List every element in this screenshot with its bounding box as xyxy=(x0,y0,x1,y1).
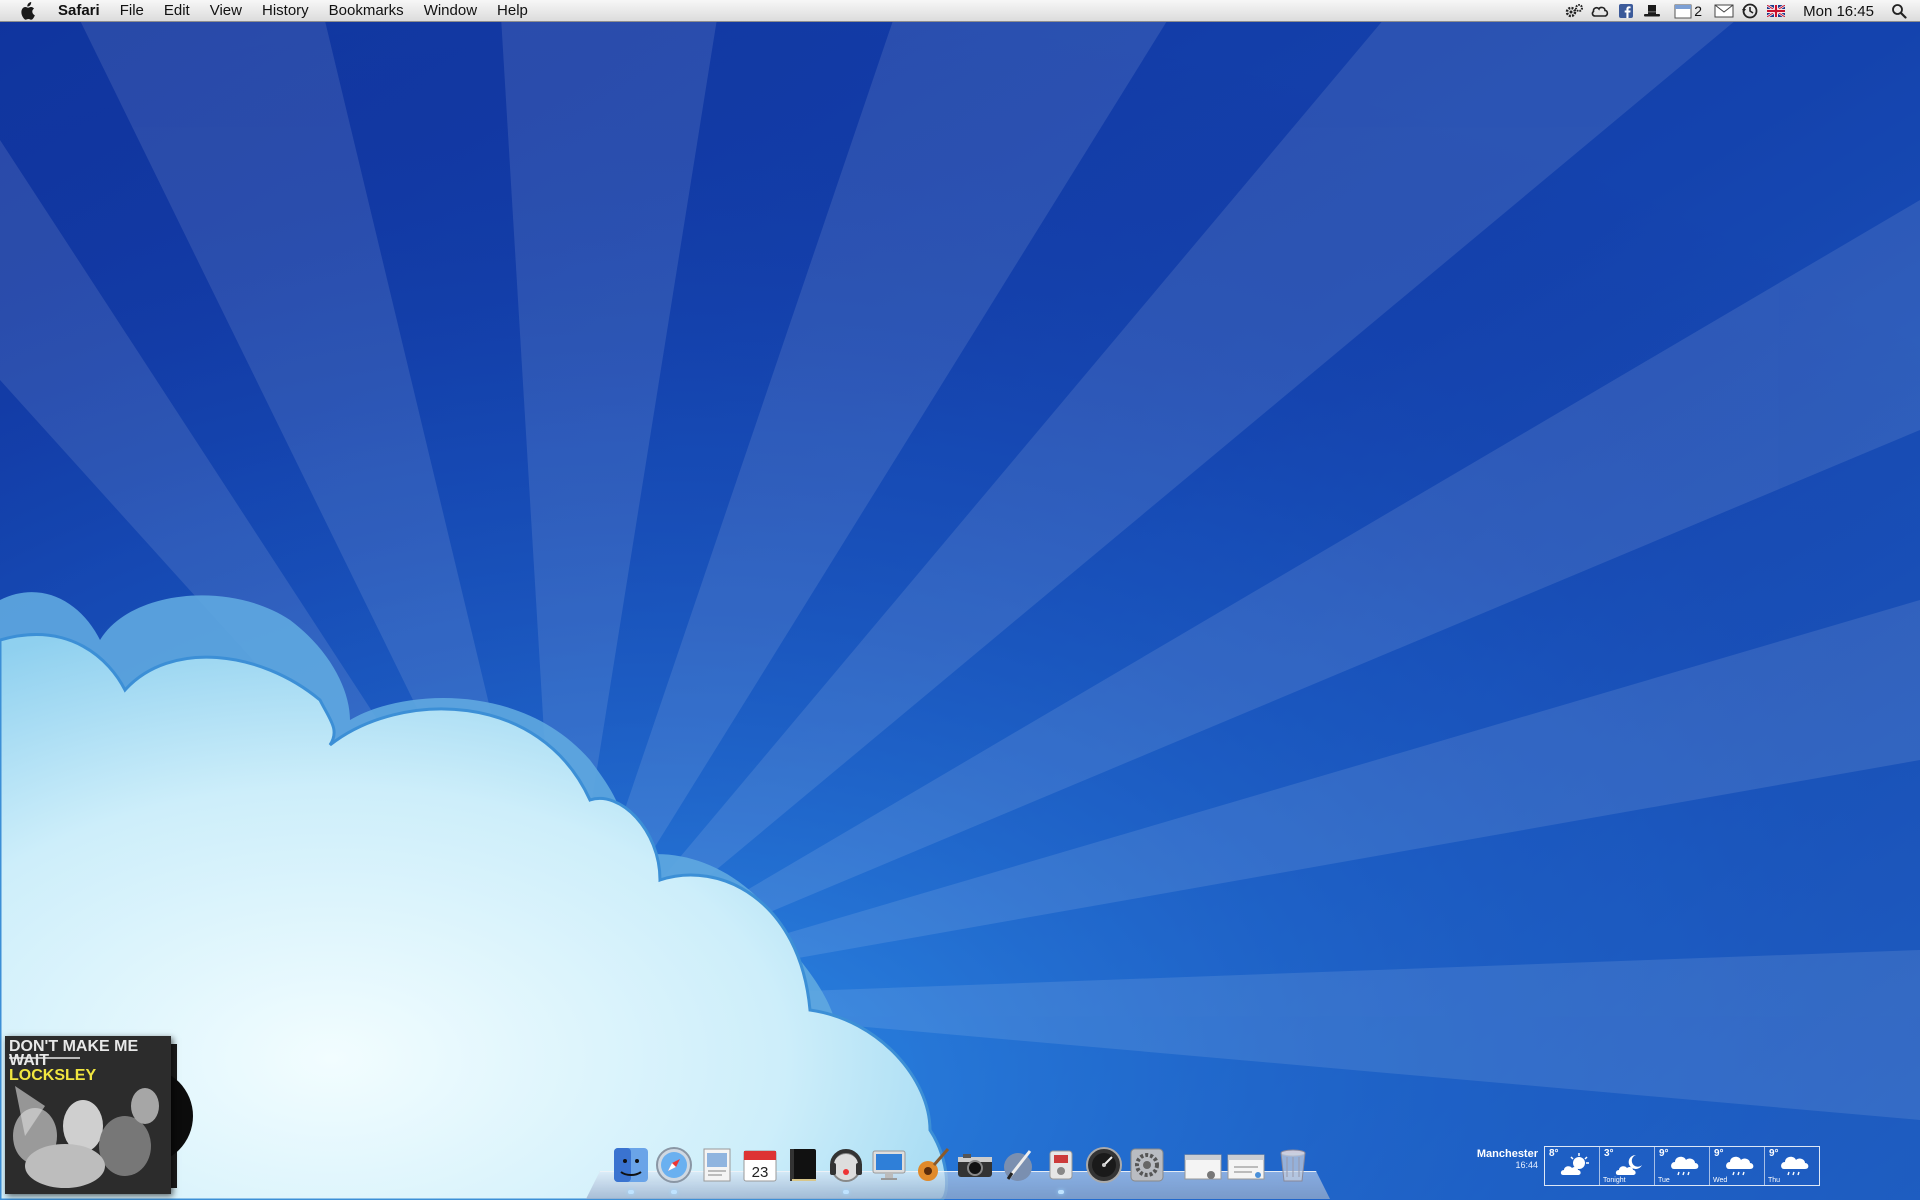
spotlight-icon[interactable] xyxy=(1886,0,1912,22)
running-indicator xyxy=(628,1190,634,1194)
menu-bookmarks[interactable]: Bookmarks xyxy=(319,0,414,22)
dashboard-gauge-icon[interactable] xyxy=(1083,1144,1125,1186)
weather-day: 9° Thu xyxy=(1765,1147,1819,1185)
album-cover[interactable]: DON'T MAKE ME WAIT LOCKSLEY xyxy=(5,1036,171,1194)
notebook-icon[interactable] xyxy=(782,1144,824,1186)
menu-file[interactable]: File xyxy=(110,0,154,22)
desktop-wallpaper xyxy=(0,0,1920,1200)
weather-label: Tonight xyxy=(1603,1177,1626,1184)
rain-cloud-icon xyxy=(1726,1156,1754,1176)
menu-clock[interactable]: Mon 16:45 xyxy=(1789,3,1886,20)
itunes-icon[interactable] xyxy=(825,1144,867,1186)
weather-city: Manchester xyxy=(1476,1148,1538,1160)
trash-icon[interactable] xyxy=(1272,1144,1314,1186)
window-stack-icon-2[interactable] xyxy=(1225,1144,1267,1186)
menu-edit[interactable]: Edit xyxy=(154,0,200,22)
facebook-icon[interactable] xyxy=(1615,0,1637,22)
now-playing-widget[interactable]: DON'T MAKE ME WAIT LOCKSLEY xyxy=(5,1036,193,1196)
sun-cloud-icon xyxy=(1560,1153,1589,1175)
weather-label: Thu xyxy=(1768,1177,1781,1184)
preview-icon[interactable] xyxy=(696,1144,738,1186)
menu-bar: Safari File Edit View History Bookmarks … xyxy=(0,0,1920,22)
utility-icon[interactable] xyxy=(1040,1144,1082,1186)
menu-help[interactable]: Help xyxy=(487,0,538,22)
hat-icon[interactable] xyxy=(1641,0,1663,22)
menu-window[interactable]: Window xyxy=(414,0,487,22)
safari-icon[interactable] xyxy=(653,1144,695,1186)
calendar-badge: 2 xyxy=(1694,3,1702,19)
weather-forecast: 8° 3° Tonight 9° Tue 9° Wed 9° Thu xyxy=(1544,1146,1820,1186)
gears-icon[interactable] xyxy=(1563,0,1585,22)
menu-app-name[interactable]: Safari xyxy=(54,0,110,22)
weather-day: 9° Wed xyxy=(1710,1147,1765,1185)
mail-icon[interactable] xyxy=(1713,0,1735,22)
moon-cloud-icon xyxy=(1615,1154,1642,1175)
weather-label: Wed xyxy=(1713,1177,1728,1184)
weather-day: 8° xyxy=(1545,1147,1600,1185)
rain-cloud-icon xyxy=(1781,1156,1809,1176)
weather-temp: 3° xyxy=(1604,1148,1614,1159)
menu-history[interactable]: History xyxy=(252,0,319,22)
dock: 23 xyxy=(586,1140,1330,1200)
weather-temp: 9° xyxy=(1659,1148,1669,1159)
pen-icon[interactable] xyxy=(997,1144,1039,1186)
running-indicator xyxy=(1058,1190,1064,1194)
uk-flag-icon[interactable] xyxy=(1765,0,1787,22)
menu-view[interactable]: View xyxy=(200,0,252,22)
weather-temp: 8° xyxy=(1549,1148,1559,1159)
weather-day: 9° Tue xyxy=(1655,1147,1710,1185)
weather-time: 16:44 xyxy=(1515,1160,1538,1170)
window-stack-icon[interactable] xyxy=(1182,1144,1224,1186)
display-icon[interactable] xyxy=(868,1144,910,1186)
ical-date: 23 xyxy=(752,1164,769,1181)
finder-icon[interactable] xyxy=(610,1144,652,1186)
cloud-icon[interactable] xyxy=(1589,0,1611,22)
camera-icon[interactable] xyxy=(954,1144,996,1186)
weather-day: 3° Tonight xyxy=(1600,1147,1655,1185)
running-indicator xyxy=(671,1190,677,1194)
weather-label: Tue xyxy=(1658,1177,1670,1184)
time-machine-icon[interactable] xyxy=(1739,0,1761,22)
weather-temp: 9° xyxy=(1714,1148,1724,1159)
running-indicator xyxy=(843,1190,849,1194)
garageband-icon[interactable] xyxy=(911,1144,953,1186)
album-artist: LOCKSLEY xyxy=(9,1067,97,1084)
ical-icon[interactable]: 23 xyxy=(739,1144,781,1186)
system-preferences-icon[interactable] xyxy=(1126,1144,1168,1186)
weather-widget[interactable]: Manchester 16:44 8° 3° Tonight 9° Tue 9°… xyxy=(1464,1146,1824,1190)
weather-temp: 9° xyxy=(1769,1148,1779,1159)
rain-cloud-icon xyxy=(1671,1156,1699,1176)
apple-icon[interactable] xyxy=(14,0,40,22)
calendar-icon[interactable]: 2 xyxy=(1667,0,1709,22)
